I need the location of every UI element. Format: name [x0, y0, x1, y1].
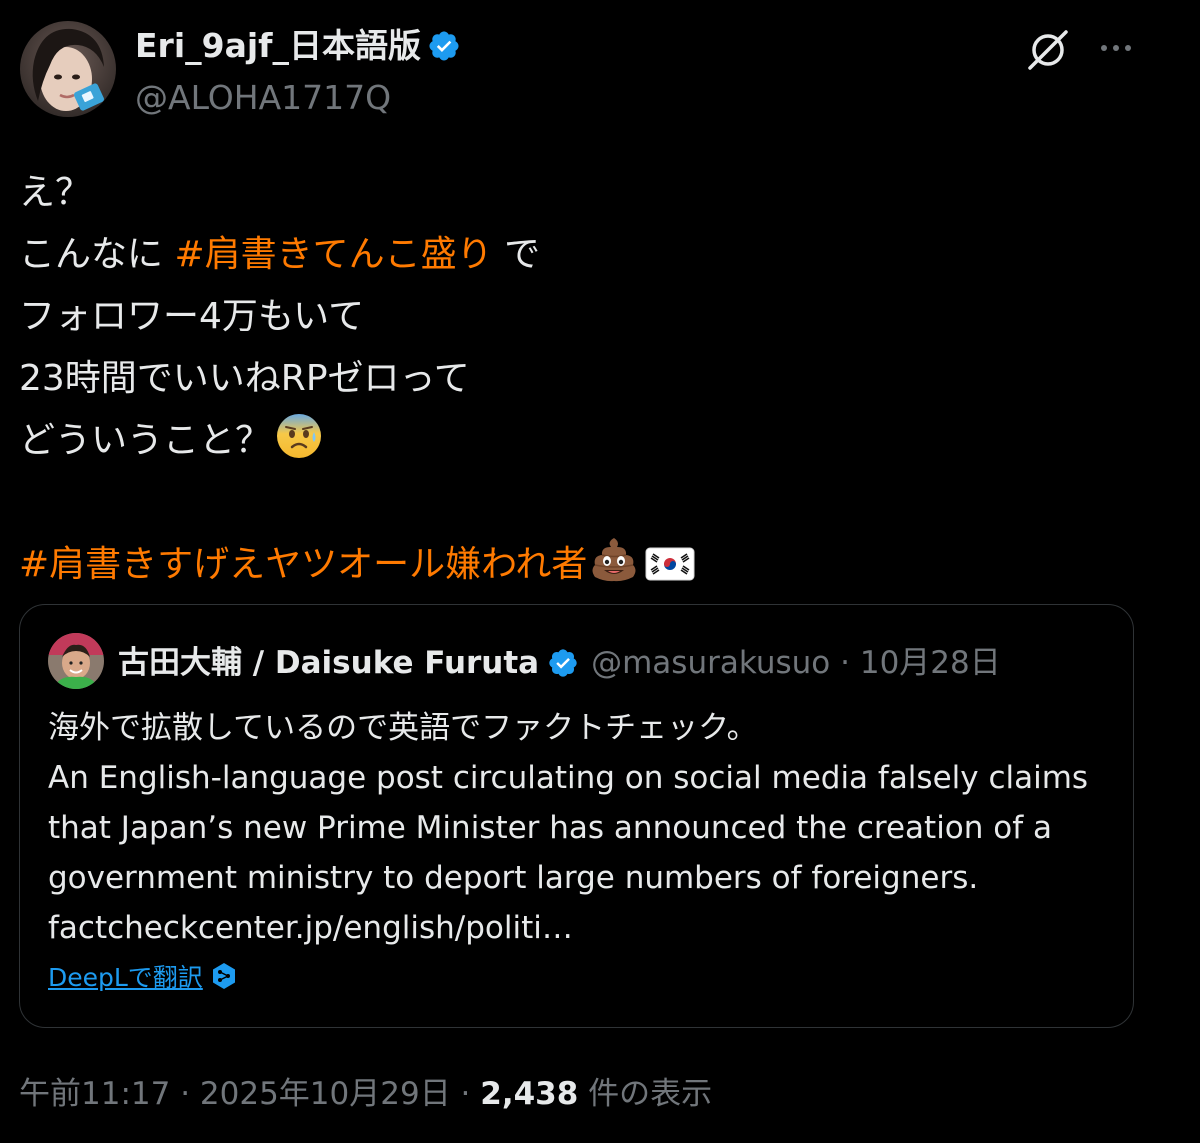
- hashtag-link[interactable]: #肩書きてんこ盛り: [174, 234, 492, 275]
- quoted-tweet-card[interactable]: 古田大輔 / Daisuke Furuta @masurakusuo · 10月…: [19, 604, 1134, 1028]
- deepl-logo-icon: [211, 962, 237, 999]
- tweet-line: え？: [19, 172, 92, 213]
- quote-header: 古田大輔 / Daisuke Furuta @masurakusuo · 10月…: [118, 641, 1001, 691]
- views-count: 2,438: [480, 1076, 579, 1112]
- tweet-text-segment: どういうこと？: [19, 420, 272, 461]
- tweet-text: え？ こんなに #肩書きてんこ盛り で フォロワー4万もいて 23時間でいいねR…: [19, 162, 1169, 596]
- quote-text-line: 海外で拡散しているので英語でファクトチェック。: [48, 710, 758, 746]
- anxious-face-emoji-icon: [275, 412, 323, 480]
- author-avatar[interactable]: [20, 21, 116, 117]
- verified-badge-icon: [427, 29, 461, 72]
- quote-text-line: government ministry to deport large numb…: [48, 860, 979, 896]
- tweet-date[interactable]: 2025年10月29日: [200, 1076, 451, 1112]
- tweet-line: 23時間でいいねRPゼロって: [19, 358, 470, 399]
- tweet-time[interactable]: 午前11:17: [19, 1076, 170, 1112]
- flag-south-korea-emoji-icon: [645, 542, 695, 604]
- quote-verified-badge-icon: [547, 647, 579, 691]
- author-display-name-row[interactable]: Eri_9ajf_日本語版: [135, 26, 461, 72]
- hashtag-link[interactable]: #肩書きすげえヤツオール嫌われ者: [19, 544, 587, 585]
- quote-author-name[interactable]: 古田大輔 / Daisuke Furuta: [118, 645, 539, 681]
- author-handle[interactable]: @ALOHA1717Q: [135, 78, 391, 118]
- quote-separator: ·: [840, 645, 850, 681]
- tweet-line: フォロワー4万もいて: [19, 296, 365, 337]
- more-options-icon[interactable]: [1094, 30, 1138, 66]
- meta-separator: ·: [170, 1076, 200, 1112]
- tweet-line: #肩書きすげえヤツオール嫌われ者: [19, 534, 1169, 596]
- quote-text-line: An English-language post circulating on …: [48, 760, 1089, 796]
- grok-icon[interactable]: [1024, 26, 1072, 74]
- quote-date[interactable]: 10月28日: [860, 645, 1001, 681]
- tweet-text-segment: で: [492, 234, 541, 275]
- quote-author-avatar[interactable]: [48, 633, 104, 689]
- views-label: 件の表示: [578, 1076, 713, 1112]
- tweet-meta: 午前11:17 · 2025年10月29日 · 2,438 件の表示: [19, 1074, 712, 1114]
- quote-text-line: that Japan’s new Prime Minister has anno…: [48, 810, 1053, 846]
- deepl-translate-link[interactable]: DeepLで翻訳: [48, 961, 237, 999]
- pile-of-poo-emoji-icon: [589, 534, 639, 604]
- quote-author-handle[interactable]: @masurakusuo: [591, 645, 830, 681]
- translate-label[interactable]: DeepLで翻訳: [48, 963, 203, 992]
- tweet-text-segment: こんなに: [19, 234, 175, 275]
- tweet-line: こんなに #肩書きてんこ盛り で: [19, 224, 1169, 286]
- author-display-name[interactable]: Eri_9ajf_日本語版: [135, 26, 421, 65]
- meta-separator: ·: [450, 1076, 481, 1112]
- quote-link[interactable]: factcheckcenter.jp/english/politi…: [48, 903, 1118, 953]
- quote-text: 海外で拡散しているので英語でファクトチェック。 An English-langu…: [48, 703, 1118, 953]
- tweet-line: どういうこと？: [19, 410, 1169, 472]
